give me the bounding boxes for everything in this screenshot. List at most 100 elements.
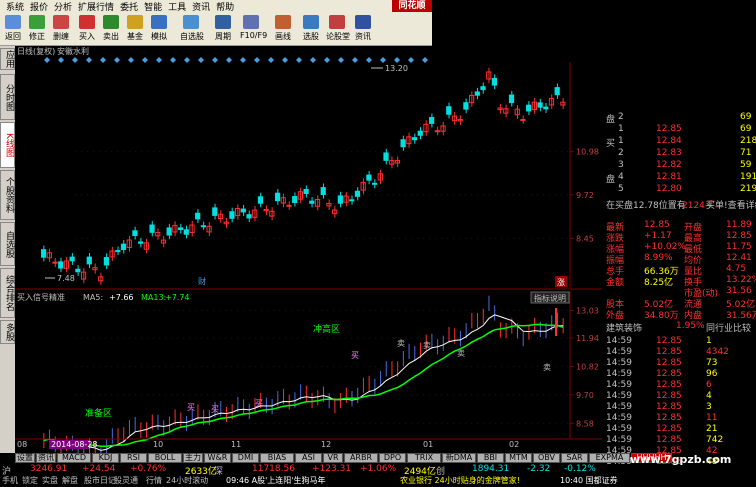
left-tab-4[interactable]: 自选股 [0, 222, 15, 266]
status-item-3[interactable]: 解盘 [62, 475, 78, 486]
menu-item-4[interactable]: 委托 [120, 0, 138, 13]
toolbar-button-13[interactable]: 资讯 [352, 14, 374, 44]
tick-price: 12.85 [656, 369, 682, 379]
indicator-tab-6[interactable]: 主力 [183, 453, 203, 463]
menu-item-8[interactable]: 帮助 [216, 0, 234, 13]
event-diamond-icon [268, 57, 274, 63]
toolbar-button-6[interactable]: 模拟 [148, 14, 170, 44]
quote-row: 涨跌 +1.17 最高 12.85 [602, 231, 756, 244]
ob-price: 12.82 [656, 160, 682, 170]
toolbar-button-3[interactable]: 买入 [76, 14, 98, 44]
status-item-2[interactable]: 实盘 [42, 475, 58, 486]
indicator-tab-15[interactable]: 新DMA [442, 453, 476, 463]
indicator-tab-18[interactable]: OBV [533, 453, 560, 463]
toolbar-button-label: 卖出 [103, 32, 119, 41]
indicator-tab-9[interactable]: BIAS [260, 453, 294, 463]
event-diamond-icon [338, 57, 344, 63]
menu-item-5[interactable]: 智能 [144, 0, 162, 13]
candle-body [177, 227, 184, 231]
indicator-tab-14[interactable]: TRIX [407, 453, 441, 463]
toolbar-button-5[interactable]: 基金 [124, 14, 146, 44]
candle-body [309, 200, 315, 204]
indicator-tab-8[interactable]: DMI [232, 453, 259, 463]
toolbar-button-10[interactable]: 画线 [272, 14, 294, 44]
left-tab-2[interactable]: K线图 [0, 122, 15, 168]
toolbar-button-8[interactable]: 周期 [212, 14, 234, 44]
indicator-tab-10[interactable]: ASI [295, 453, 322, 463]
candle-body [463, 102, 469, 110]
status-item-4[interactable]: 股市日记 [84, 475, 116, 486]
toolbar-button-0[interactable]: 返回 [2, 14, 24, 44]
indicator-tab-2[interactable]: MACD [57, 453, 91, 463]
event-diamond-icon [170, 57, 176, 63]
menu-item-6[interactable]: 工具 [168, 0, 186, 13]
status-item-7[interactable]: 24小时滚动 [166, 475, 208, 486]
index-bar: 沪 3246.91 +24.54 +0.76% 2633亿 深 11718.56… [0, 463, 602, 477]
indicator-tab-16[interactable]: BBI [477, 453, 504, 463]
menu-item-3[interactable]: 扩展行情 [78, 0, 114, 13]
indicator-tab-4[interactable]: RSI [120, 453, 147, 463]
kline-chart-area[interactable]: 10.98 9.72 8.45 13.20 7.48 财 涨买入信号精准 MA5: +7.66 M… [15, 46, 602, 453]
indicator-tab-20[interactable]: EXPMA [589, 453, 630, 463]
toolbar-button-4[interactable]: 卖出 [100, 14, 122, 44]
candle-body [554, 87, 560, 96]
ob-volume: 218 [740, 136, 756, 146]
candle-body [246, 214, 252, 219]
indicator-tab-0[interactable]: 设置 [15, 453, 35, 463]
event-diamond-icon [324, 57, 330, 63]
price-axis-label: 8.45 [576, 234, 594, 243]
status-item-0[interactable]: 手机 [2, 475, 18, 486]
candle-body [115, 250, 121, 253]
toolbar-button-12[interactable]: 论股堂 [326, 14, 350, 44]
tick-volume: 4 [706, 391, 712, 401]
indicator-tab-11[interactable]: VR [323, 453, 343, 463]
left-tab-6[interactable]: 多股 [0, 320, 15, 344]
toolbar-icon [183, 15, 199, 29]
quote-value: 34.80万 [644, 311, 679, 321]
status-item-6[interactable]: 行情 [146, 475, 162, 486]
price-axis-label: 10.98 [576, 148, 599, 157]
menu-item-7[interactable]: 资讯 [192, 0, 210, 13]
indicator-tab-3[interactable]: KDJ [92, 453, 119, 463]
toolbar-button-9[interactable]: F10/F9 [240, 14, 267, 44]
toolbar-button-1[interactable]: 修正 [26, 14, 48, 44]
quote-row: 外盘 34.80万内盘 31.56万 [602, 308, 756, 321]
candle-body [149, 224, 155, 233]
indicator-tab-17[interactable]: MTM [505, 453, 532, 463]
sz-change: +123.31 [312, 464, 352, 474]
indicator-tab-19[interactable]: SAR [561, 453, 588, 463]
tick-price: 12.85 [656, 424, 682, 434]
date-label: 12 [321, 440, 331, 449]
toolbar-icon [79, 15, 95, 29]
indicator-tab-1[interactable]: 资讯 [36, 453, 56, 463]
chart-svg: 10.98 9.72 8.45 13.20 7.48 财 涨买入信号精准 MA5: +7.66 M… [15, 57, 602, 453]
indicator-tab-12[interactable]: ARBR [344, 453, 378, 463]
indicator-tab-5[interactable]: BOLL [148, 453, 182, 463]
candle-body [103, 257, 109, 266]
candle-body [58, 261, 64, 269]
toolbar-button-7[interactable]: 自选股 [180, 14, 204, 44]
event-diamond-icon [142, 57, 148, 63]
watermark-text: www.7gpzb.com [630, 453, 732, 466]
menu-item-2[interactable]: 分析 [54, 0, 72, 13]
tick-volume: 11 [706, 413, 718, 423]
toolbar: 返回 修正 删缠 买入 卖出 基金 模拟 自选股 周期 F10/F9 画线 选股 论股堂 资讯 [0, 12, 432, 46]
status-item-1[interactable]: 锁定 [22, 475, 38, 486]
status-item-5[interactable]: 股灵通 [114, 475, 138, 486]
indicator-tab-7[interactable]: W&R [204, 453, 231, 463]
toolbar-button-11[interactable]: 选股 [300, 14, 322, 44]
industry-row: 建筑装饰 1.95% 同行业比较 [602, 321, 756, 334]
left-tab-0[interactable]: 应用 [0, 48, 15, 70]
left-tab-5[interactable]: 综合排名 [0, 268, 15, 318]
menu-item-1[interactable]: 报价 [30, 0, 48, 13]
ob-volume: 191 [740, 172, 756, 182]
left-tab-1[interactable]: 分时图 [0, 74, 15, 120]
indicator-tab-13[interactable]: DPO [379, 453, 406, 463]
tick-price: 12.85 [656, 435, 682, 445]
menu-item-0[interactable]: 系统 [6, 0, 24, 13]
toolbar-button-2[interactable]: 删缠 [50, 14, 72, 44]
left-tab-3[interactable]: 个股资料 [0, 170, 15, 220]
sz-pct: +1.06% [360, 464, 397, 474]
tick-volume: 73 [706, 358, 718, 368]
signal-2: 卖 [397, 339, 405, 348]
